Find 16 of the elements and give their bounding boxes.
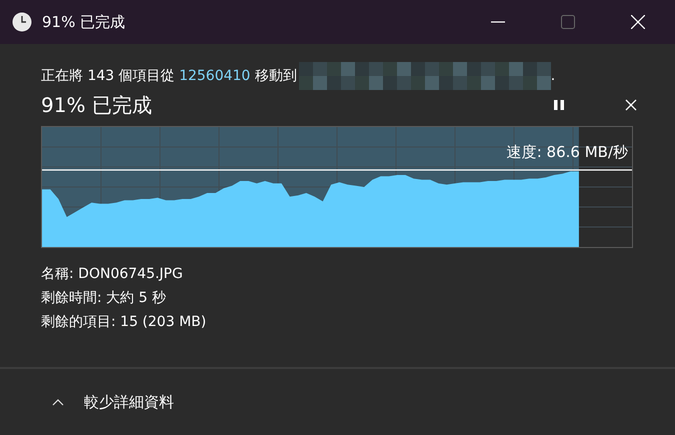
detail-text: 剩餘的項目: 15 (203 MB) xyxy=(41,313,208,332)
detail-text: 名稱: DON06745.JPG xyxy=(41,265,184,284)
pause-button[interactable] xyxy=(553,99,565,111)
cancel-button[interactable] xyxy=(625,99,637,111)
source-folder-link[interactable]: 12560410 xyxy=(179,68,250,84)
maximize-button[interactable] xyxy=(561,15,575,29)
status-message: 正在將 143 個項目從 12560410 移動到 xyxy=(41,67,297,85)
caret-icon xyxy=(52,398,64,406)
detail-text: 剩餘時間: 大約 5 秒 xyxy=(41,289,167,308)
window-title: 91% 已完成 xyxy=(42,12,126,32)
message-period: . xyxy=(550,68,556,84)
close-button[interactable] xyxy=(631,15,645,29)
details-toggle[interactable]: 較少詳細資料 xyxy=(48,388,178,416)
progress-heading: 91% 已完成 xyxy=(41,92,152,118)
clock-icon xyxy=(12,12,32,32)
speed-label: 速度: 86.6 MB/秒 xyxy=(506,143,628,162)
